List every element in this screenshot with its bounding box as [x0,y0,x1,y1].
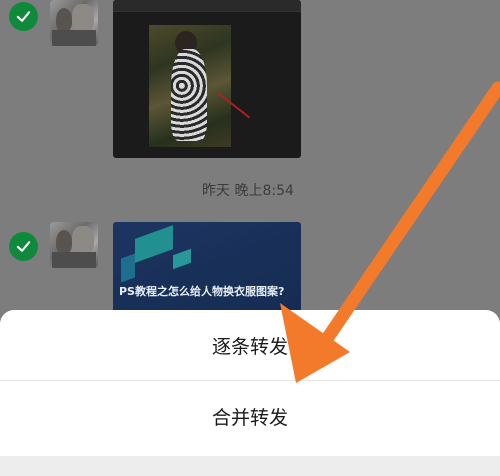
forward-action-sheet: 逐条转发 合并转发 [0,310,500,476]
selected-check-icon[interactable] [9,2,38,31]
forward-one-by-one-button[interactable]: 逐条转发 [0,310,500,380]
check-icon [16,241,31,252]
merge-forward-button[interactable]: 合并转发 [0,381,500,451]
screenshot-toolbar [113,0,301,12]
photo-thumbnail [149,25,231,147]
image-message[interactable] [113,0,301,158]
selected-check-icon[interactable] [9,232,38,261]
avatar[interactable] [50,0,98,46]
avatar[interactable] [50,222,98,268]
article-message[interactable]: PS教程之怎么给人物换衣服图案? [113,222,301,322]
check-icon [16,11,31,22]
sheet-bottom-gap [0,456,500,476]
article-title: PS教程之怎么给人物换衣服图案? [119,285,285,298]
